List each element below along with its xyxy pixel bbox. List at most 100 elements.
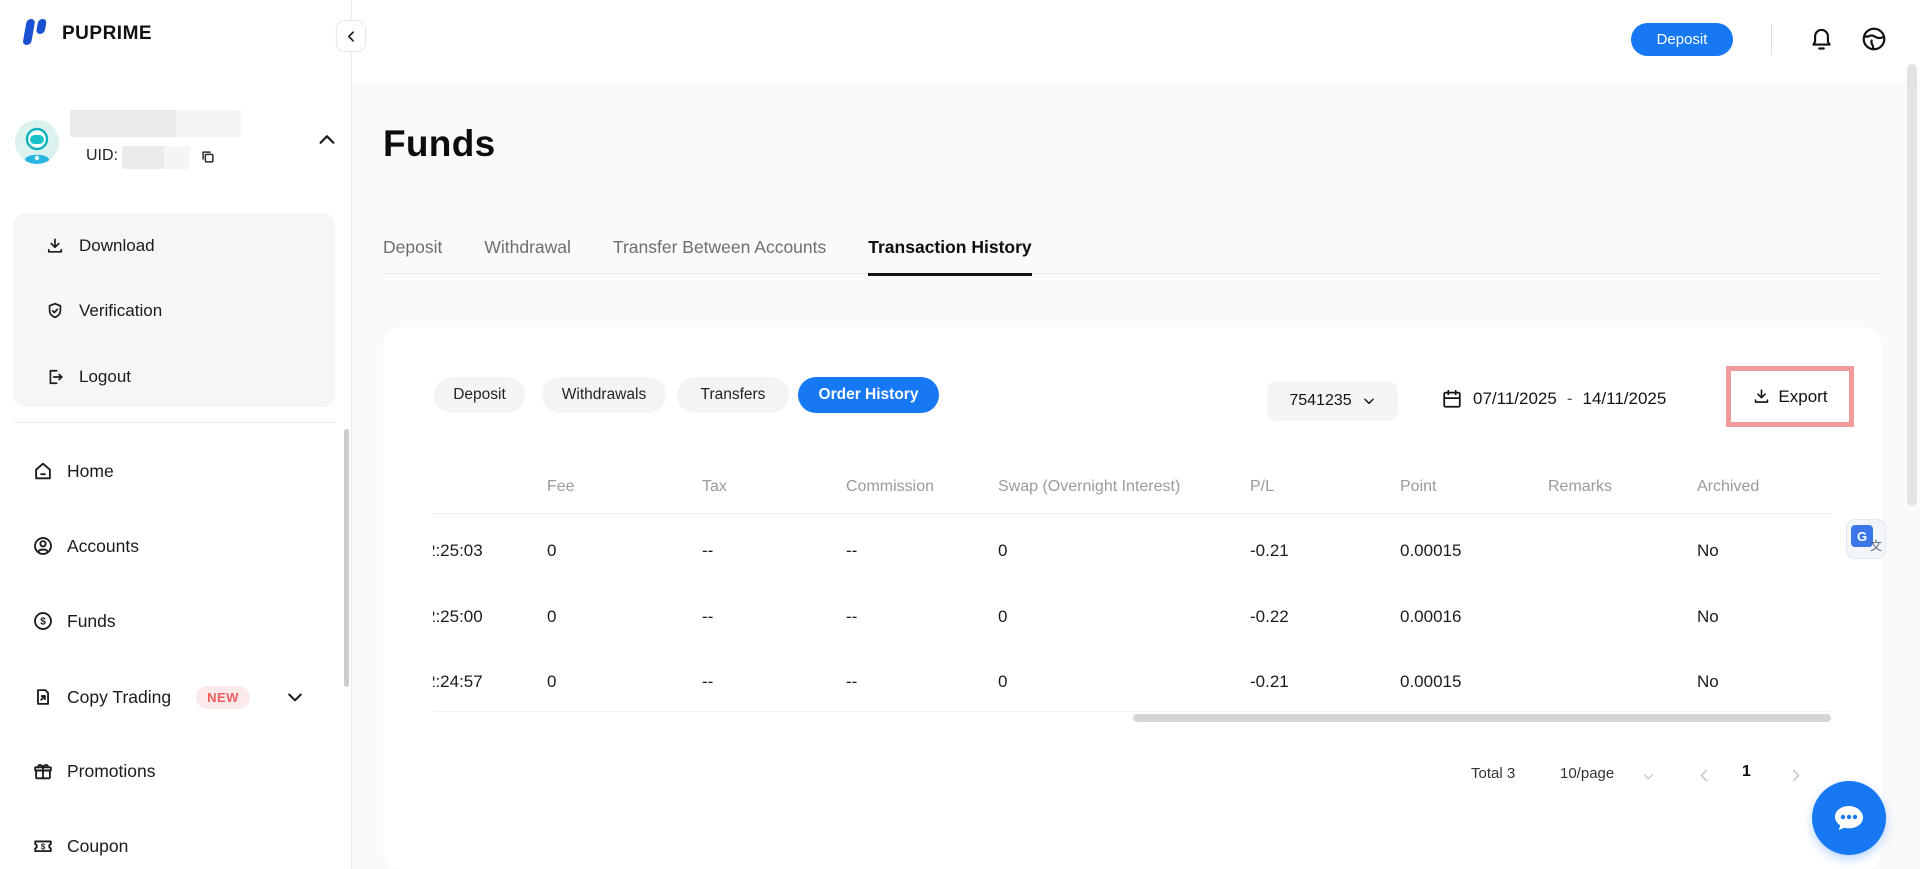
chevron-left-icon [345, 30, 358, 43]
nav-item-label: Copy Trading [67, 687, 171, 708]
column-header-swap: Swap (Overnight Interest) [998, 478, 1180, 496]
sidebar-item-home[interactable]: Home [0, 447, 352, 495]
page-scrollbar[interactable] [1907, 64, 1917, 506]
account-select[interactable]: 7541235 [1267, 381, 1398, 421]
cell-swap: 0 [998, 607, 1007, 627]
copy-icon[interactable] [199, 148, 217, 166]
page-title: Funds [383, 123, 495, 165]
column-header-pl: P/L [1250, 478, 1274, 496]
menu-item-label: Logout [79, 367, 131, 387]
funds-icon: $ [32, 610, 54, 632]
sidebar-scrollbar[interactable] [344, 429, 349, 687]
new-badge: NEW [196, 686, 250, 709]
filter-pill-order-history[interactable]: Order History [798, 377, 939, 413]
home-icon [32, 460, 54, 482]
brand-name: PUPRIME [62, 23, 152, 45]
date-range-picker[interactable]: 07/11/2025 - 14/11/2025 [1441, 386, 1666, 412]
menu-item-label: Download [79, 236, 155, 256]
sidebar-item-accounts[interactable]: Accounts [0, 522, 352, 570]
pagination-prev-icon[interactable] [1697, 768, 1712, 783]
tab-transfer-between-accounts[interactable]: Transfer Between Accounts [613, 237, 826, 276]
column-header-commission: Commission [846, 478, 934, 496]
pagination-current-page[interactable]: 1 [1742, 763, 1751, 781]
download-icon [45, 236, 65, 256]
sidebar-item-promotions[interactable]: Promotions [0, 747, 352, 795]
uid-label: UID: [86, 147, 118, 165]
sidebar-item-funds[interactable]: $ Funds [0, 597, 352, 645]
column-header-archived: Archived [1697, 478, 1759, 496]
cell-tax: -- [702, 607, 713, 627]
sidebar-collapse-button[interactable] [336, 20, 366, 52]
nav-item-label: Promotions [67, 761, 156, 782]
deposit-button[interactable]: Deposit [1631, 23, 1733, 56]
tab-withdrawal[interactable]: Withdrawal [484, 237, 571, 276]
account-select-value: 7541235 [1289, 392, 1351, 410]
language-globe-icon[interactable] [1860, 25, 1888, 53]
sidebar-divider [14, 422, 336, 423]
svg-text:$: $ [41, 842, 46, 851]
cell-point: 0.00015 [1400, 672, 1461, 692]
cell-fee: 0 [547, 541, 556, 561]
column-header-fee: Fee [547, 478, 575, 496]
chevron-up-icon[interactable] [316, 129, 338, 151]
nav-item-label: Funds [67, 611, 116, 632]
table-row-time: 2:25:00 [433, 607, 491, 629]
cell-fee: 0 [547, 607, 556, 627]
profile-name-redacted [70, 110, 241, 137]
filter-pill-transfers[interactable]: Transfers [677, 377, 789, 413]
menu-item-label: Verification [79, 301, 162, 321]
column-header-point: Point [1400, 478, 1436, 496]
date-separator: - [1567, 389, 1573, 409]
chevron-down-icon[interactable] [285, 687, 305, 707]
cell-pl: -0.21 [1250, 541, 1289, 561]
sidebar-item-download[interactable]: Download [13, 226, 335, 266]
nav-item-label: Home [67, 461, 114, 482]
table-horizontal-scrollbar[interactable] [1133, 714, 1831, 722]
cell-pl: -0.22 [1250, 607, 1289, 627]
column-header-remarks: Remarks [1548, 478, 1612, 496]
cell-swap: 0 [998, 672, 1007, 692]
shield-check-icon [45, 301, 65, 321]
table-row-time: 2:24:57 [433, 672, 491, 694]
tab-transaction-history[interactable]: Transaction History [868, 237, 1031, 276]
cell-pl: -0.21 [1250, 672, 1289, 692]
cell-archived: No [1697, 672, 1719, 692]
gift-icon [32, 760, 54, 782]
chevron-down-icon [1362, 394, 1376, 408]
sidebar-item-logout[interactable]: Logout [13, 357, 335, 397]
export-button[interactable]: Export [1778, 387, 1827, 407]
date-from: 07/11/2025 [1473, 389, 1557, 409]
cell-commission: -- [846, 541, 857, 561]
sidebar-item-coupon[interactable]: $ Coupon [0, 822, 352, 869]
tab-deposit[interactable]: Deposit [383, 237, 442, 276]
funds-tabs: Deposit Withdrawal Transfer Between Acco… [383, 237, 1032, 276]
table-bottom-divider [433, 711, 1831, 712]
notification-bell-icon[interactable] [1808, 26, 1835, 53]
sidebar-item-verification[interactable]: Verification [13, 291, 335, 331]
copy-trading-icon [32, 686, 54, 708]
pagination-next-icon[interactable] [1788, 768, 1803, 783]
nav-item-label: Coupon [67, 836, 128, 857]
puprime-logo-icon[interactable] [16, 13, 54, 51]
sidebar-item-copy-trading[interactable]: Copy Trading NEW [0, 673, 352, 721]
date-to: 14/11/2025 [1583, 389, 1667, 409]
cell-tax: -- [702, 541, 713, 561]
cell-swap: 0 [998, 541, 1007, 561]
avatar[interactable] [15, 120, 59, 164]
table-header-divider [433, 513, 1831, 514]
pagination-page-size-select[interactable]: 10/page [1560, 765, 1614, 782]
filter-pill-deposit[interactable]: Deposit [434, 377, 525, 413]
google-translate-icon[interactable]: G 文 [1846, 519, 1886, 559]
cell-commission: -- [846, 607, 857, 627]
cell-commission: -- [846, 672, 857, 692]
cell-point: 0.00016 [1400, 607, 1461, 627]
accounts-icon [32, 535, 54, 557]
topbar-divider [1771, 24, 1772, 55]
calendar-icon [1441, 388, 1463, 410]
filter-pill-withdrawals[interactable]: Withdrawals [542, 377, 666, 413]
app-root: PUPRIME UID: D [0, 0, 1920, 869]
chevron-down-icon[interactable] [1642, 770, 1655, 783]
cell-point: 0.00015 [1400, 541, 1461, 561]
live-chat-button[interactable] [1812, 781, 1886, 855]
coupon-icon: $ [32, 835, 54, 857]
